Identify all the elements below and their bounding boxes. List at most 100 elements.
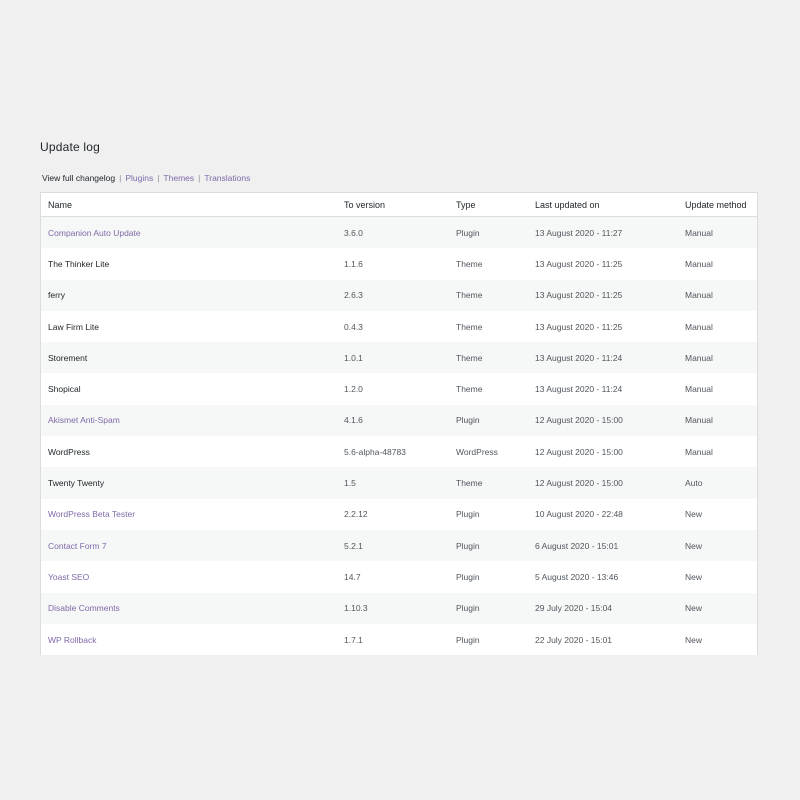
page-title: Update log [40, 140, 101, 154]
cell-type: Plugin [449, 529, 528, 562]
nav-separator: | [198, 173, 201, 183]
cell-update-method: Auto [678, 467, 758, 499]
update-log-section: Update log View full changelog | Plugins | T… [40, 138, 758, 656]
table-row: Contact Form 7 5.2.1 Plugin 6 August 2020 -… [40, 529, 758, 562]
nav-separator: | [119, 173, 122, 183]
cell-last-updated: 29 July 2020 - 15:04 [528, 592, 678, 624]
table-row: Companion Auto Update 3.6.0 Plugin 13 Augus… [40, 216, 758, 249]
cell-name[interactable]: WP Rollback [40, 623, 337, 656]
view-full-changelog-link[interactable]: View full changelog [42, 173, 115, 183]
column-header-name: Name [40, 192, 337, 217]
cell-update-method: Manual [678, 436, 758, 468]
column-header-update-method: Update method [678, 192, 758, 217]
cell-version: 1.0.1 [337, 342, 449, 374]
cell-last-updated: 12 August 2020 - 15:00 [528, 404, 678, 437]
table-row: The Thinker Lite 1.1.6 Theme 13 August 2020… [40, 248, 758, 280]
cell-name[interactable]: Companion Auto Update [40, 216, 337, 249]
cell-type: Theme [449, 248, 528, 280]
cell-version: 1.7.1 [337, 623, 449, 656]
cell-update-method: New [678, 592, 758, 624]
table-header-row: Name To version Type Last updated on Upd… [40, 192, 758, 217]
cell-last-updated: 6 August 2020 - 15:01 [528, 529, 678, 562]
table-row: Yoast SEO 14.7 Plugin 5 August 2020 - 13:46… [40, 561, 758, 593]
cell-version: 1.2.0 [337, 373, 449, 405]
cell-version: 5.2.1 [337, 529, 449, 562]
cell-last-updated: 13 August 2020 - 11:24 [528, 342, 678, 374]
table-row: Shopical 1.2.0 Theme 13 August 2020 - 11:24… [40, 373, 758, 405]
cell-last-updated: 22 July 2020 - 15:01 [528, 623, 678, 656]
cell-last-updated: 12 August 2020 - 15:00 [528, 436, 678, 468]
cell-update-method: Manual [678, 216, 758, 249]
cell-update-method: New [678, 561, 758, 593]
cell-type: Theme [449, 467, 528, 499]
cell-name[interactable]: Disable Comments [40, 592, 337, 624]
cell-last-updated: 12 August 2020 - 15:00 [528, 467, 678, 499]
table-row: Law Firm Lite 0.4.3 Theme 13 August 2020 - … [40, 310, 758, 343]
cell-type: Plugin [449, 216, 528, 249]
cell-update-method: New [678, 498, 758, 530]
cell-name: ferry [40, 279, 337, 311]
cell-version: 5.6-alpha-48783 [337, 436, 449, 468]
column-header-type: Type [449, 192, 528, 217]
cell-last-updated: 13 August 2020 - 11:24 [528, 373, 678, 405]
cell-name[interactable]: Contact Form 7 [40, 529, 337, 562]
table-row: Akismet Anti-Spam 4.1.6 Plugin 12 August 20… [40, 404, 758, 437]
plugins-filter-link[interactable]: Plugins [125, 173, 153, 183]
cell-update-method: Manual [678, 342, 758, 374]
table-row: ferry 2.6.3 Theme 13 August 2020 - 11:25 Man… [40, 279, 758, 311]
cell-type: Plugin [449, 623, 528, 656]
cell-type: Theme [449, 310, 528, 343]
changelog-filter-nav: View full changelog | Plugins | Themes | Trans… [40, 172, 758, 184]
cell-version: 0.4.3 [337, 310, 449, 343]
cell-name: WordPress [40, 436, 337, 468]
table-row: WP Rollback 1.7.1 Plugin 22 July 2020 - 15:… [40, 623, 758, 656]
table-row: Disable Comments 1.10.3 Plugin 29 July 2020… [40, 592, 758, 624]
cell-name: The Thinker Lite [40, 248, 337, 280]
cell-version: 3.6.0 [337, 216, 449, 249]
cell-version: 4.1.6 [337, 404, 449, 437]
cell-last-updated: 13 August 2020 - 11:27 [528, 216, 678, 249]
cell-type: Theme [449, 342, 528, 374]
cell-type: WordPress [449, 436, 528, 468]
cell-last-updated: 10 August 2020 - 22:48 [528, 498, 678, 530]
cell-type: Plugin [449, 404, 528, 437]
update-log-table: Name To version Type Last updated on Upd… [40, 192, 758, 656]
cell-name: Shopical [40, 373, 337, 405]
cell-version: 2.2.12 [337, 498, 449, 530]
cell-update-method: New [678, 529, 758, 562]
cell-name[interactable]: WordPress Beta Tester [40, 498, 337, 530]
cell-update-method: Manual [678, 373, 758, 405]
cell-last-updated: 5 August 2020 - 13:46 [528, 561, 678, 593]
cell-update-method: Manual [678, 310, 758, 343]
translations-filter-link[interactable]: Translations [204, 173, 250, 183]
cell-version: 2.6.3 [337, 279, 449, 311]
cell-last-updated: 13 August 2020 - 11:25 [528, 279, 678, 311]
cell-name: Twenty Twenty [40, 467, 337, 499]
cell-version: 14.7 [337, 561, 449, 593]
cell-last-updated: 13 August 2020 - 11:25 [528, 248, 678, 280]
cell-name[interactable]: Akismet Anti-Spam [40, 404, 337, 437]
cell-update-method: New [678, 623, 758, 656]
nav-separator: | [157, 173, 160, 183]
cell-update-method: Manual [678, 279, 758, 311]
cell-update-method: Manual [678, 404, 758, 437]
cell-version: 1.10.3 [337, 592, 449, 624]
cell-update-method: Manual [678, 248, 758, 280]
cell-name: Law Firm Lite [40, 310, 337, 343]
column-header-last-updated: Last updated on [528, 192, 678, 217]
cell-type: Theme [449, 373, 528, 405]
cell-version: 1.1.6 [337, 248, 449, 280]
cell-type: Theme [449, 279, 528, 311]
cell-name: Storement [40, 342, 337, 374]
table-row: WordPress 5.6-alpha-48783 WordPress 12 Augu… [40, 436, 758, 468]
table-row: Storement 1.0.1 Theme 13 August 2020 - 11:2… [40, 342, 758, 374]
table-row: WordPress Beta Tester 2.2.12 Plugin 10 Augu… [40, 498, 758, 530]
cell-name[interactable]: Yoast SEO [40, 561, 337, 593]
cell-version: 1.5 [337, 467, 449, 499]
cell-last-updated: 13 August 2020 - 11:25 [528, 310, 678, 343]
column-header-version: To version [337, 192, 449, 217]
cell-type: Plugin [449, 498, 528, 530]
themes-filter-link[interactable]: Themes [163, 173, 194, 183]
cell-type: Plugin [449, 592, 528, 624]
table-row: Twenty Twenty 1.5 Theme 12 August 2020 - 15… [40, 467, 758, 499]
